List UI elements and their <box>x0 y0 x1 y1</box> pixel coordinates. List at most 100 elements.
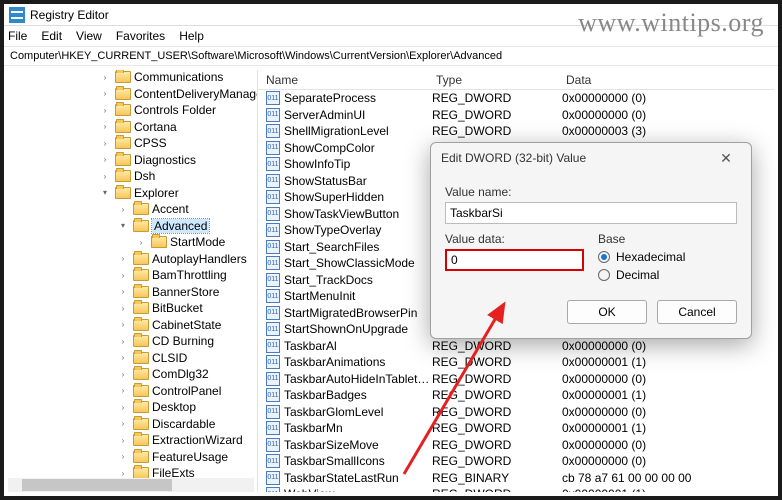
tree-item[interactable]: ›StartMode <box>8 234 257 251</box>
dword-icon: 011 <box>266 339 280 353</box>
chevron-right-icon[interactable]: › <box>116 417 130 431</box>
chevron-right-icon[interactable]: › <box>116 367 130 381</box>
tree-item-label: BamThrottling <box>152 268 227 282</box>
close-icon[interactable]: ✕ <box>711 150 741 167</box>
tree-item[interactable]: ›ContentDeliveryManager <box>8 86 257 103</box>
value-name: ShowInfoTip <box>284 157 432 171</box>
address-bar[interactable]: Computer\HKEY_CURRENT_USER\Software\Micr… <box>4 46 778 66</box>
chevron-right-icon[interactable]: › <box>98 136 112 150</box>
list-row[interactable]: 011TaskbarAnimationsREG_DWORD0x00000001 … <box>258 354 774 371</box>
value-type: REG_DWORD <box>432 405 562 419</box>
chevron-right-icon[interactable]: › <box>116 400 130 414</box>
tree-item-label: ExtractionWizard <box>152 433 243 447</box>
chevron-right-icon[interactable]: › <box>116 268 130 282</box>
list-row[interactable]: 011WebViewREG_DWORD0x00000001 (1) <box>258 486 774 492</box>
tree-horizontal-scrollbar[interactable] <box>8 478 254 492</box>
menu-edit[interactable]: Edit <box>41 29 62 43</box>
col-data[interactable]: Data <box>558 73 774 87</box>
ok-button[interactable]: OK <box>567 300 647 324</box>
folder-icon <box>133 352 149 364</box>
chevron-right-icon[interactable]: › <box>98 169 112 183</box>
chevron-right-icon[interactable]: › <box>116 202 130 216</box>
dword-icon: 011 <box>266 157 280 171</box>
list-row[interactable]: 011TaskbarSizeMoveREG_DWORD0x00000000 (0… <box>258 437 774 454</box>
chevron-down-icon[interactable]: ▾ <box>98 186 112 200</box>
chevron-right-icon[interactable]: › <box>116 433 130 447</box>
value-name: TaskbarMn <box>284 421 432 435</box>
dword-icon: 011 <box>266 108 280 122</box>
tree-item[interactable]: ▾Explorer <box>8 185 257 202</box>
tree-item[interactable]: ›FeatureUsage <box>8 449 257 466</box>
chevron-down-icon[interactable]: ▾ <box>116 219 130 233</box>
list-row[interactable]: 011TaskbarStateLastRunREG_BINARYcb 78 a7… <box>258 470 774 487</box>
radio-dec[interactable]: Decimal <box>598 268 737 282</box>
list-row[interactable]: 011TaskbarSmallIconsREG_DWORD0x00000000 … <box>258 453 774 470</box>
tree-item[interactable]: ›AutoplayHandlers <box>8 251 257 268</box>
tree-item[interactable]: ›Cortana <box>8 119 257 136</box>
list-row[interactable]: 011TaskbarAlREG_DWORD0x00000000 (0) <box>258 338 774 355</box>
tree-item[interactable]: ›CLSID <box>8 350 257 367</box>
cancel-button[interactable]: Cancel <box>657 300 737 324</box>
col-name[interactable]: Name <box>258 73 428 87</box>
value-type: REG_DWORD <box>432 421 562 435</box>
chevron-right-icon[interactable]: › <box>116 351 130 365</box>
chevron-right-icon[interactable]: › <box>98 153 112 167</box>
tree-item[interactable]: ›Diagnostics <box>8 152 257 169</box>
chevron-right-icon[interactable]: › <box>98 120 112 134</box>
list-row[interactable]: 011TaskbarBadgesREG_DWORD0x00000001 (1) <box>258 387 774 404</box>
list-row[interactable]: 011SeparateProcessREG_DWORD0x00000000 (0… <box>258 90 774 107</box>
menu-favorites[interactable]: Favorites <box>116 29 165 43</box>
value-name-input[interactable] <box>445 202 737 224</box>
chevron-right-icon[interactable]: › <box>98 103 112 117</box>
tree-item[interactable]: ›Controls Folder <box>8 102 257 119</box>
tree-item[interactable]: › BitBucket <box>8 300 257 317</box>
chevron-right-icon[interactable]: › <box>116 318 130 332</box>
dword-icon: 011 <box>266 141 280 155</box>
tree-item[interactable]: › Desktop <box>8 399 257 416</box>
list-row[interactable]: 011TaskbarMnREG_DWORD0x00000001 (1) <box>258 420 774 437</box>
chevron-right-icon[interactable]: › <box>116 334 130 348</box>
tree-item[interactable]: ›BannerStore <box>8 284 257 301</box>
chevron-right-icon[interactable]: › <box>116 252 130 266</box>
tree-item[interactable]: ›CPSS <box>8 135 257 152</box>
chevron-right-icon[interactable]: › <box>116 301 130 315</box>
menu-view[interactable]: View <box>76 29 102 43</box>
value-data-input[interactable] <box>445 249 584 271</box>
tree-pane[interactable]: ›CloudExperienceHost›CloudStore›Communic… <box>8 70 258 492</box>
value-data: 0x00000000 (0) <box>562 108 774 122</box>
tree-item[interactable]: ›Accent <box>8 201 257 218</box>
tree-item[interactable]: ›ControlPanel <box>8 383 257 400</box>
tree-item[interactable]: ›Communications <box>8 70 257 86</box>
folder-icon <box>133 302 149 314</box>
tree-item[interactable]: ▾Advanced <box>8 218 257 235</box>
tree-item[interactable]: ›ComDlg32 <box>8 366 257 383</box>
menu-file[interactable]: File <box>8 29 27 43</box>
list-row[interactable]: 011ServerAdminUIREG_DWORD0x00000000 (0) <box>258 107 774 124</box>
list-row[interactable]: 011TaskbarAutoHideInTabletModeREG_DWORD0… <box>258 371 774 388</box>
menu-help[interactable]: Help <box>179 29 204 43</box>
folder-icon <box>133 319 149 331</box>
tree-item[interactable]: ›CabinetState <box>8 317 257 334</box>
col-type[interactable]: Type <box>428 73 558 87</box>
tree-item[interactable]: ›CD Burning <box>8 333 257 350</box>
chevron-right-icon[interactable]: › <box>116 285 130 299</box>
tree-item[interactable]: › BamThrottling <box>8 267 257 284</box>
chevron-right-icon[interactable]: › <box>116 450 130 464</box>
chevron-right-icon[interactable]: › <box>116 384 130 398</box>
tree-item-label: Desktop <box>152 400 196 414</box>
tree-item-label: BitBucket <box>152 301 203 315</box>
tree-item[interactable]: ›Discardable <box>8 416 257 433</box>
tree-item[interactable]: › ExtractionWizard <box>8 432 257 449</box>
list-row[interactable]: 011ShellMigrationLevelREG_DWORD0x0000000… <box>258 123 774 140</box>
value-name: ServerAdminUI <box>284 108 432 122</box>
value-name: StartMigratedBrowserPin <box>284 306 432 320</box>
tree-item[interactable]: ›Dsh <box>8 168 257 185</box>
list-header[interactable]: Name Type Data <box>258 70 774 90</box>
value-type: REG_DWORD <box>432 388 562 402</box>
list-row[interactable]: 011TaskbarGlomLevelREG_DWORD0x00000000 (… <box>258 404 774 421</box>
dword-icon: 011 <box>266 289 280 303</box>
chevron-right-icon[interactable]: › <box>134 235 148 249</box>
radio-hex[interactable]: Hexadecimal <box>598 250 737 264</box>
chevron-right-icon[interactable]: › <box>98 70 112 84</box>
chevron-right-icon[interactable]: › <box>98 87 112 101</box>
